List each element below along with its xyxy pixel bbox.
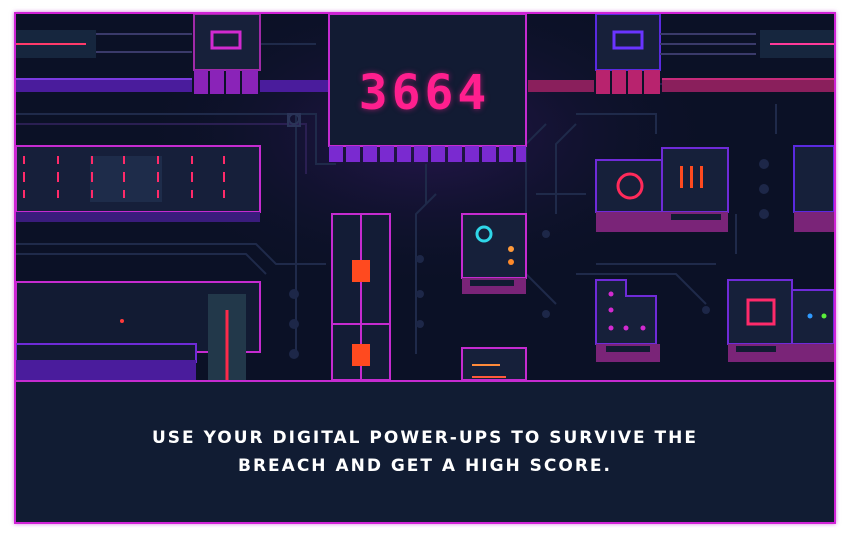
power-up-block-icon (352, 344, 370, 366)
circuit-board: 3664 (16, 14, 834, 380)
instruction-text: USE YOUR DIGITAL POWER-UPS TO SURVIVE TH… (151, 428, 698, 476)
game-frame: 3664 USE YOUR DIGITAL POWER-UPS TO SURVI… (14, 12, 836, 524)
score-display: 3664 (358, 65, 491, 121)
caption-panel: USE YOUR DIGITAL POWER-UPS TO SURVIVE TH… (16, 380, 834, 522)
power-up-block-icon (352, 260, 370, 282)
